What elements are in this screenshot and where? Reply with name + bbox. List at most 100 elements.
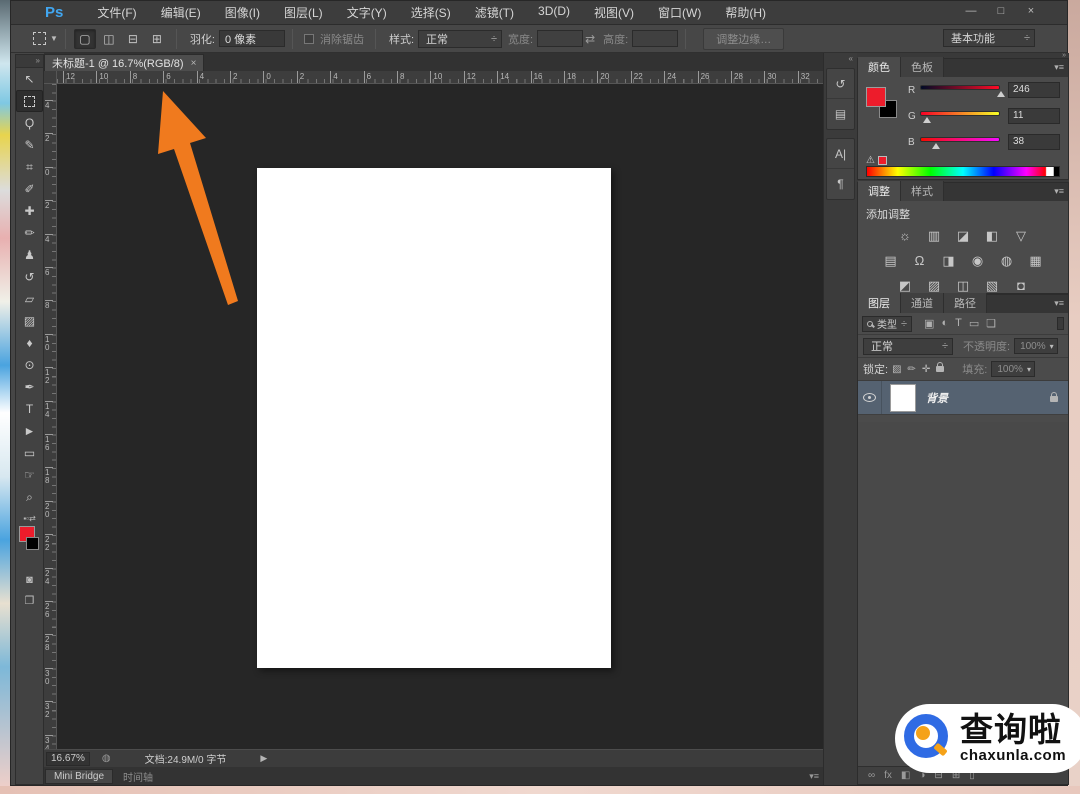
- quick-selection-tool[interactable]: ✎: [16, 134, 43, 156]
- menu-item-8[interactable]: 视图(V): [582, 4, 646, 21]
- menu-item-2[interactable]: 图像(I): [213, 4, 272, 21]
- close-button[interactable]: ×: [1021, 4, 1041, 20]
- collapse-tools-icon[interactable]: »: [16, 55, 43, 68]
- type-tool[interactable]: T: [16, 398, 43, 420]
- close-document-icon[interactable]: ×: [191, 58, 197, 69]
- dodge-tool[interactable]: ⊙: [16, 354, 43, 376]
- history-panel-icon[interactable]: ↺: [827, 69, 854, 99]
- rectangle-tool[interactable]: ▭: [16, 442, 43, 464]
- color-balance-icon[interactable]: Ω: [912, 253, 928, 269]
- filter-smart-object-icon[interactable]: ❏: [986, 317, 996, 330]
- swap-colors-icon[interactable]: ▪▫⇄: [16, 514, 43, 524]
- lock-transparent-pixels-icon[interactable]: ▨: [892, 364, 901, 375]
- lock-position-icon[interactable]: ✛: [922, 364, 930, 375]
- hue-saturation-icon[interactable]: ▤: [883, 253, 899, 269]
- tab-timeline[interactable]: 时间轴: [114, 769, 162, 784]
- rectangular-marquee-tool[interactable]: [16, 90, 43, 112]
- blue-slider-thumb[interactable]: [932, 143, 940, 149]
- menu-item-5[interactable]: 选择(S): [399, 4, 463, 21]
- panel-menu-icon[interactable]: ▾≡: [1054, 298, 1064, 309]
- blue-value-field[interactable]: 38: [1008, 134, 1060, 150]
- tab-styles[interactable]: 样式: [901, 181, 944, 201]
- eyedropper-tool[interactable]: ✐: [16, 178, 43, 200]
- blue-slider[interactable]: [920, 137, 1000, 142]
- refine-edge-button[interactable]: 调整边缘…: [703, 27, 785, 50]
- crop-tool[interactable]: ⌗: [16, 156, 43, 178]
- history-brush-tool[interactable]: ↺: [16, 266, 43, 288]
- color-lookup-icon[interactable]: ▦: [1028, 253, 1044, 269]
- foreground-color-swatch[interactable]: [866, 87, 886, 107]
- green-slider-thumb[interactable]: [923, 117, 932, 123]
- threshold-icon[interactable]: ◫: [955, 278, 971, 294]
- selective-color-icon[interactable]: ◘: [1013, 278, 1029, 294]
- brightness-contrast-icon[interactable]: ☼: [897, 228, 913, 244]
- green-value-field[interactable]: 11: [1008, 108, 1060, 124]
- exposure-icon[interactable]: ◧: [984, 228, 1000, 244]
- layer-style-icon[interactable]: fx: [884, 770, 892, 781]
- gamut-warning-icon[interactable]: ⚠: [866, 155, 875, 166]
- panel-menu-icon[interactable]: ▾≡: [809, 771, 819, 782]
- tab-adjustments[interactable]: 调整: [858, 181, 901, 201]
- ruler-origin[interactable]: [44, 71, 57, 84]
- clone-stamp-tool[interactable]: ♟: [16, 244, 43, 266]
- lock-all-icon[interactable]: [936, 361, 945, 375]
- blur-tool[interactable]: ♦: [16, 332, 43, 354]
- green-slider[interactable]: [920, 111, 1000, 116]
- paragraph-panel-icon[interactable]: ¶: [827, 169, 854, 199]
- vibrance-icon[interactable]: ▽: [1013, 228, 1029, 244]
- posterize-icon[interactable]: ▨: [926, 278, 942, 294]
- expand-dock-icon[interactable]: «: [824, 53, 857, 66]
- width-input[interactable]: [537, 30, 584, 47]
- lock-image-pixels-icon[interactable]: ✏: [908, 364, 916, 375]
- gradient-tool[interactable]: ▨: [16, 310, 43, 332]
- zoom-tool[interactable]: ⌕: [16, 486, 43, 508]
- tool-preset-picker[interactable]: ▼: [33, 32, 58, 45]
- status-menu-arrow-icon[interactable]: ▶: [260, 753, 267, 764]
- filter-type-layer-icon[interactable]: T: [955, 317, 962, 330]
- layer-filter-toggle[interactable]: [1057, 317, 1064, 330]
- panel-menu-icon[interactable]: ▾≡: [1054, 186, 1064, 197]
- new-selection-mode[interactable]: ▢: [73, 28, 96, 49]
- menu-item-7[interactable]: 3D(D): [526, 4, 582, 21]
- red-slider-thumb[interactable]: [996, 91, 1005, 97]
- tab-channels[interactable]: 通道: [901, 293, 944, 313]
- move-tool[interactable]: ↖: [16, 68, 43, 90]
- style-select[interactable]: 正常 ÷: [418, 29, 503, 48]
- color-spectrum-ramp[interactable]: [866, 166, 1060, 177]
- layer-thumbnail[interactable]: [890, 383, 916, 412]
- red-value-field[interactable]: 246: [1008, 82, 1060, 98]
- blend-mode-select[interactable]: 正常 ÷: [863, 337, 953, 355]
- maximize-button[interactable]: □: [991, 4, 1011, 20]
- feather-input[interactable]: 0 像素: [218, 30, 285, 47]
- curves-icon[interactable]: ◪: [955, 228, 971, 244]
- minimize-button[interactable]: —: [961, 4, 981, 20]
- hand-tool[interactable]: ☞: [16, 464, 43, 486]
- eraser-tool[interactable]: ▱: [16, 288, 43, 310]
- filter-adjustment-layer-icon[interactable]: ◐: [941, 317, 948, 330]
- red-slider[interactable]: [920, 85, 1000, 90]
- link-layers-icon[interactable]: ∞: [868, 770, 875, 781]
- tab-swatches[interactable]: 色板: [901, 57, 944, 77]
- invert-icon[interactable]: ◩: [897, 278, 913, 294]
- photo-filter-icon[interactable]: ◉: [970, 253, 986, 269]
- tab-paths[interactable]: 路径: [944, 293, 987, 313]
- opacity-field[interactable]: 100% ▾: [1014, 338, 1058, 354]
- zoom-level-field[interactable]: 16.67%: [46, 751, 90, 766]
- fill-field[interactable]: 100% ▾: [991, 361, 1035, 377]
- menu-item-3[interactable]: 图层(L): [272, 4, 335, 21]
- add-to-selection-mode[interactable]: ◫: [98, 29, 120, 49]
- properties-panel-icon[interactable]: ▤: [827, 99, 854, 129]
- black-white-icon[interactable]: ◨: [941, 253, 957, 269]
- workspace-select[interactable]: 基本功能 ÷: [943, 29, 1035, 47]
- antialias-checkbox[interactable]: [303, 33, 314, 44]
- spot-healing-brush-tool[interactable]: ✚: [16, 200, 43, 222]
- background-color-swatch[interactable]: [26, 537, 39, 550]
- screen-mode-icon[interactable]: ❐: [16, 590, 43, 610]
- menu-item-10[interactable]: 帮助(H): [713, 4, 778, 21]
- subtract-from-selection-mode[interactable]: ⊟: [122, 29, 144, 49]
- lasso-tool[interactable]: Ϙ: [16, 112, 43, 134]
- gradient-map-icon[interactable]: ▧: [984, 278, 1000, 294]
- layer-visibility-toggle[interactable]: [858, 381, 882, 414]
- filter-pixel-layer-icon[interactable]: ▣: [924, 317, 934, 330]
- swap-dimensions-icon[interactable]: ⇄: [585, 32, 595, 46]
